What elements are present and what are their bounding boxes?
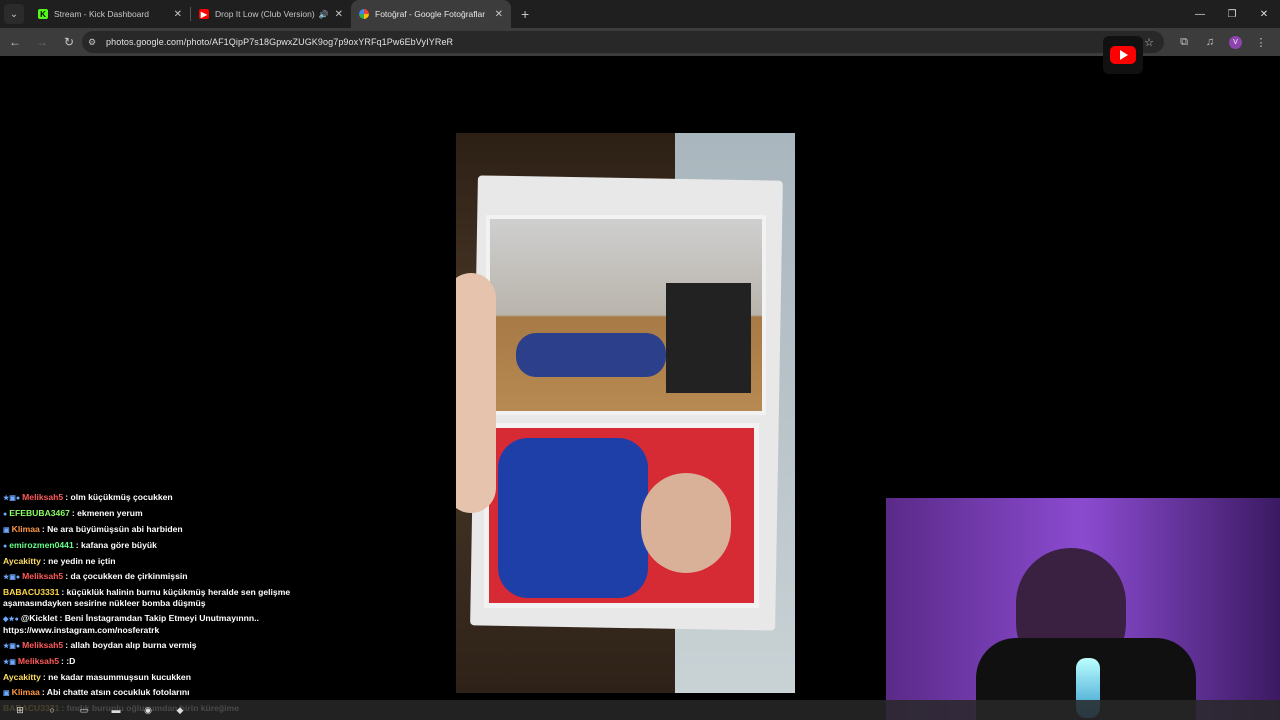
- site-info-icon[interactable]: ⚙: [88, 37, 104, 48]
- toolbar-actions: ⧉ ♫ V ⋮: [1171, 28, 1274, 56]
- chat-text: ne kadar masummuşsun kucukken: [48, 672, 191, 682]
- chat-username[interactable]: EFEBUBA3467: [9, 508, 70, 518]
- chat-text: :D: [66, 656, 76, 666]
- windows-start-icon[interactable]: ⊞: [10, 703, 30, 717]
- app-icon[interactable]: ◆: [170, 703, 190, 717]
- chat-message: ★▣● Meliksah5: da çocukken de çirkinmişsi…: [0, 569, 330, 585]
- tab-strip: ⌄ K Stream - Kick Dashboard ✕ ▶ Drop It …: [0, 0, 1280, 28]
- chat-text: allah boydan alıp burna vermiş: [70, 640, 197, 650]
- chat-text: ne yedin ne içtin: [48, 556, 116, 566]
- chat-username[interactable]: Aycakitty: [3, 672, 41, 682]
- chat-badge-icon: ★▣●: [3, 643, 21, 650]
- chat-text: Abi chatte atsın cocukluk fotolarını: [46, 687, 190, 697]
- reload-icon[interactable]: ↻: [57, 30, 81, 54]
- url-text: photos.google.com/photo/AF1QipP7s18GpwxZ…: [106, 37, 454, 47]
- window-controls: — ❐ ✕: [1184, 0, 1280, 28]
- close-tab-icon[interactable]: ✕: [335, 9, 343, 20]
- tab-title: Stream - Kick Dashboard: [54, 9, 149, 19]
- chat-message: BABACU3331: küçüklük halinin burnu küçük…: [0, 585, 330, 611]
- chevron-down-icon: ⌄: [9, 8, 19, 20]
- chat-text: olm küçükmüş çocukken: [70, 492, 173, 502]
- menu-kebab-icon[interactable]: ⋮: [1248, 36, 1274, 49]
- stream-chat-overlay: ★▣● Meliksah5: olm küçükmüş çocukken ● EFEB…: [0, 490, 330, 716]
- chat-badge-icon: ★▣●: [3, 495, 21, 502]
- chat-username[interactable]: BABACU3331: [3, 587, 59, 597]
- chat-message: ● emirozmen0441: kafana göre büyük: [0, 538, 330, 554]
- chat-badge-icon: ★▣●: [3, 574, 21, 581]
- chat-message: ▣ Klimaa: Abi chatte atsın cocukluk fotol…: [0, 685, 330, 701]
- minimize-icon[interactable]: —: [1184, 0, 1216, 28]
- close-tab-icon[interactable]: ✕: [495, 9, 503, 20]
- taskbar: ⊞ ○ ▭ ▬ ◉ ◆: [0, 700, 1280, 720]
- chat-badge-icon: ◆★●: [3, 616, 19, 623]
- chat-username[interactable]: Meliksah5: [22, 640, 63, 650]
- address-bar[interactable]: ⚙ photos.google.com/photo/AF1QipP7s18Gpw…: [82, 31, 1164, 53]
- chat-message: ★▣● Meliksah5: olm küçükmüş çocukken: [0, 490, 330, 506]
- forward-icon[interactable]: →: [30, 30, 54, 54]
- chat-message: Aycakitty: ne yedin ne içtin: [0, 554, 330, 569]
- chat-badge-icon: ▣: [3, 690, 10, 697]
- chat-text: kafana göre büyük: [80, 540, 157, 550]
- tab-title: Drop It Low (Club Version): [215, 9, 315, 19]
- album-photo-tv: [666, 283, 751, 393]
- tab-search-button[interactable]: ⌄: [4, 4, 24, 24]
- file-explorer-icon[interactable]: ▬: [106, 703, 126, 717]
- chrome-icon[interactable]: ◉: [138, 703, 158, 717]
- chat-message: ★▣● Meliksah5: allah boydan alıp burna ve…: [0, 638, 330, 654]
- search-icon[interactable]: ○: [42, 703, 62, 717]
- chat-badge-icon: ▣: [3, 527, 10, 534]
- extensions-icon[interactable]: ⧉: [1171, 36, 1197, 49]
- browser-toolbar: ← → ↻ ⚙ photos.google.com/photo/AF1QipP7…: [0, 28, 1280, 56]
- restore-icon[interactable]: ❐: [1216, 0, 1248, 28]
- chat-message: Aycakitty: ne kadar masummuşsun kucukken: [0, 670, 330, 685]
- chat-username[interactable]: Meliksah5: [18, 656, 59, 666]
- speaker-icon[interactable]: 🔊: [319, 10, 329, 19]
- kick-icon: K: [38, 9, 48, 19]
- chat-username[interactable]: Aycakitty: [3, 556, 41, 566]
- chat-message: ★▣ Meliksah5: :D: [0, 654, 330, 670]
- chat-badge-icon: ●: [3, 511, 8, 518]
- profile-avatar[interactable]: V: [1229, 35, 1242, 49]
- album-photo-child: [516, 333, 666, 377]
- bookmark-star-icon[interactable]: ☆: [1144, 36, 1154, 49]
- photo-viewer-image[interactable]: [456, 133, 795, 693]
- chat-username[interactable]: emirozmen0441: [9, 540, 74, 550]
- tab-title: Fotoğraf - Google Fotoğraflar: [375, 9, 486, 19]
- chat-username[interactable]: @Kicklet: [21, 613, 58, 623]
- media-control-icon[interactable]: ♫: [1197, 36, 1223, 48]
- chat-text: da çocukken de çirkinmişsin: [70, 571, 188, 581]
- chat-message: ▣ Klimaa: Ne ara büyümüşsün abi harbiden: [0, 522, 330, 538]
- chat-badge-icon: ●: [3, 543, 8, 550]
- youtube-overlay: [1103, 36, 1143, 74]
- chat-username[interactable]: Klimaa: [12, 687, 40, 697]
- task-view-icon[interactable]: ▭: [74, 703, 94, 717]
- album-photo-face: [641, 473, 731, 573]
- new-tab-icon[interactable]: +: [521, 6, 529, 22]
- chat-badge-icon: ★▣: [3, 659, 16, 666]
- close-tab-icon[interactable]: ✕: [174, 9, 182, 20]
- chat-message: ● EFEBUBA3467: ekmenen yerum: [0, 506, 330, 522]
- chat-message: ◆★● @Kicklet: Beni İnstagramdan Takip Etm…: [0, 611, 330, 638]
- chat-text: Ne ara büyümüşsün abi harbiden: [47, 524, 183, 534]
- album-photo-shirt: [498, 438, 648, 598]
- google-photos-icon: [359, 9, 369, 19]
- youtube-icon: ▶: [199, 9, 209, 19]
- photo-hand: [456, 273, 496, 513]
- close-window-icon[interactable]: ✕: [1248, 0, 1280, 28]
- chat-username[interactable]: Meliksah5: [22, 571, 63, 581]
- back-icon[interactable]: ←: [3, 30, 27, 54]
- webcam-overlay: [886, 498, 1280, 720]
- tab-youtube-music[interactable]: ▶ Drop It Low (Club Version) 🔊 ✕: [191, 0, 351, 28]
- tab-google-photos[interactable]: Fotoğraf - Google Fotoğraflar ✕: [351, 0, 511, 28]
- youtube-logo-icon: [1110, 46, 1136, 64]
- chat-username[interactable]: Klimaa: [12, 524, 40, 534]
- tab-kick-dashboard[interactable]: K Stream - Kick Dashboard ✕: [30, 0, 190, 28]
- chat-text: ekmenen yerum: [77, 508, 143, 518]
- chat-username[interactable]: Meliksah5: [22, 492, 63, 502]
